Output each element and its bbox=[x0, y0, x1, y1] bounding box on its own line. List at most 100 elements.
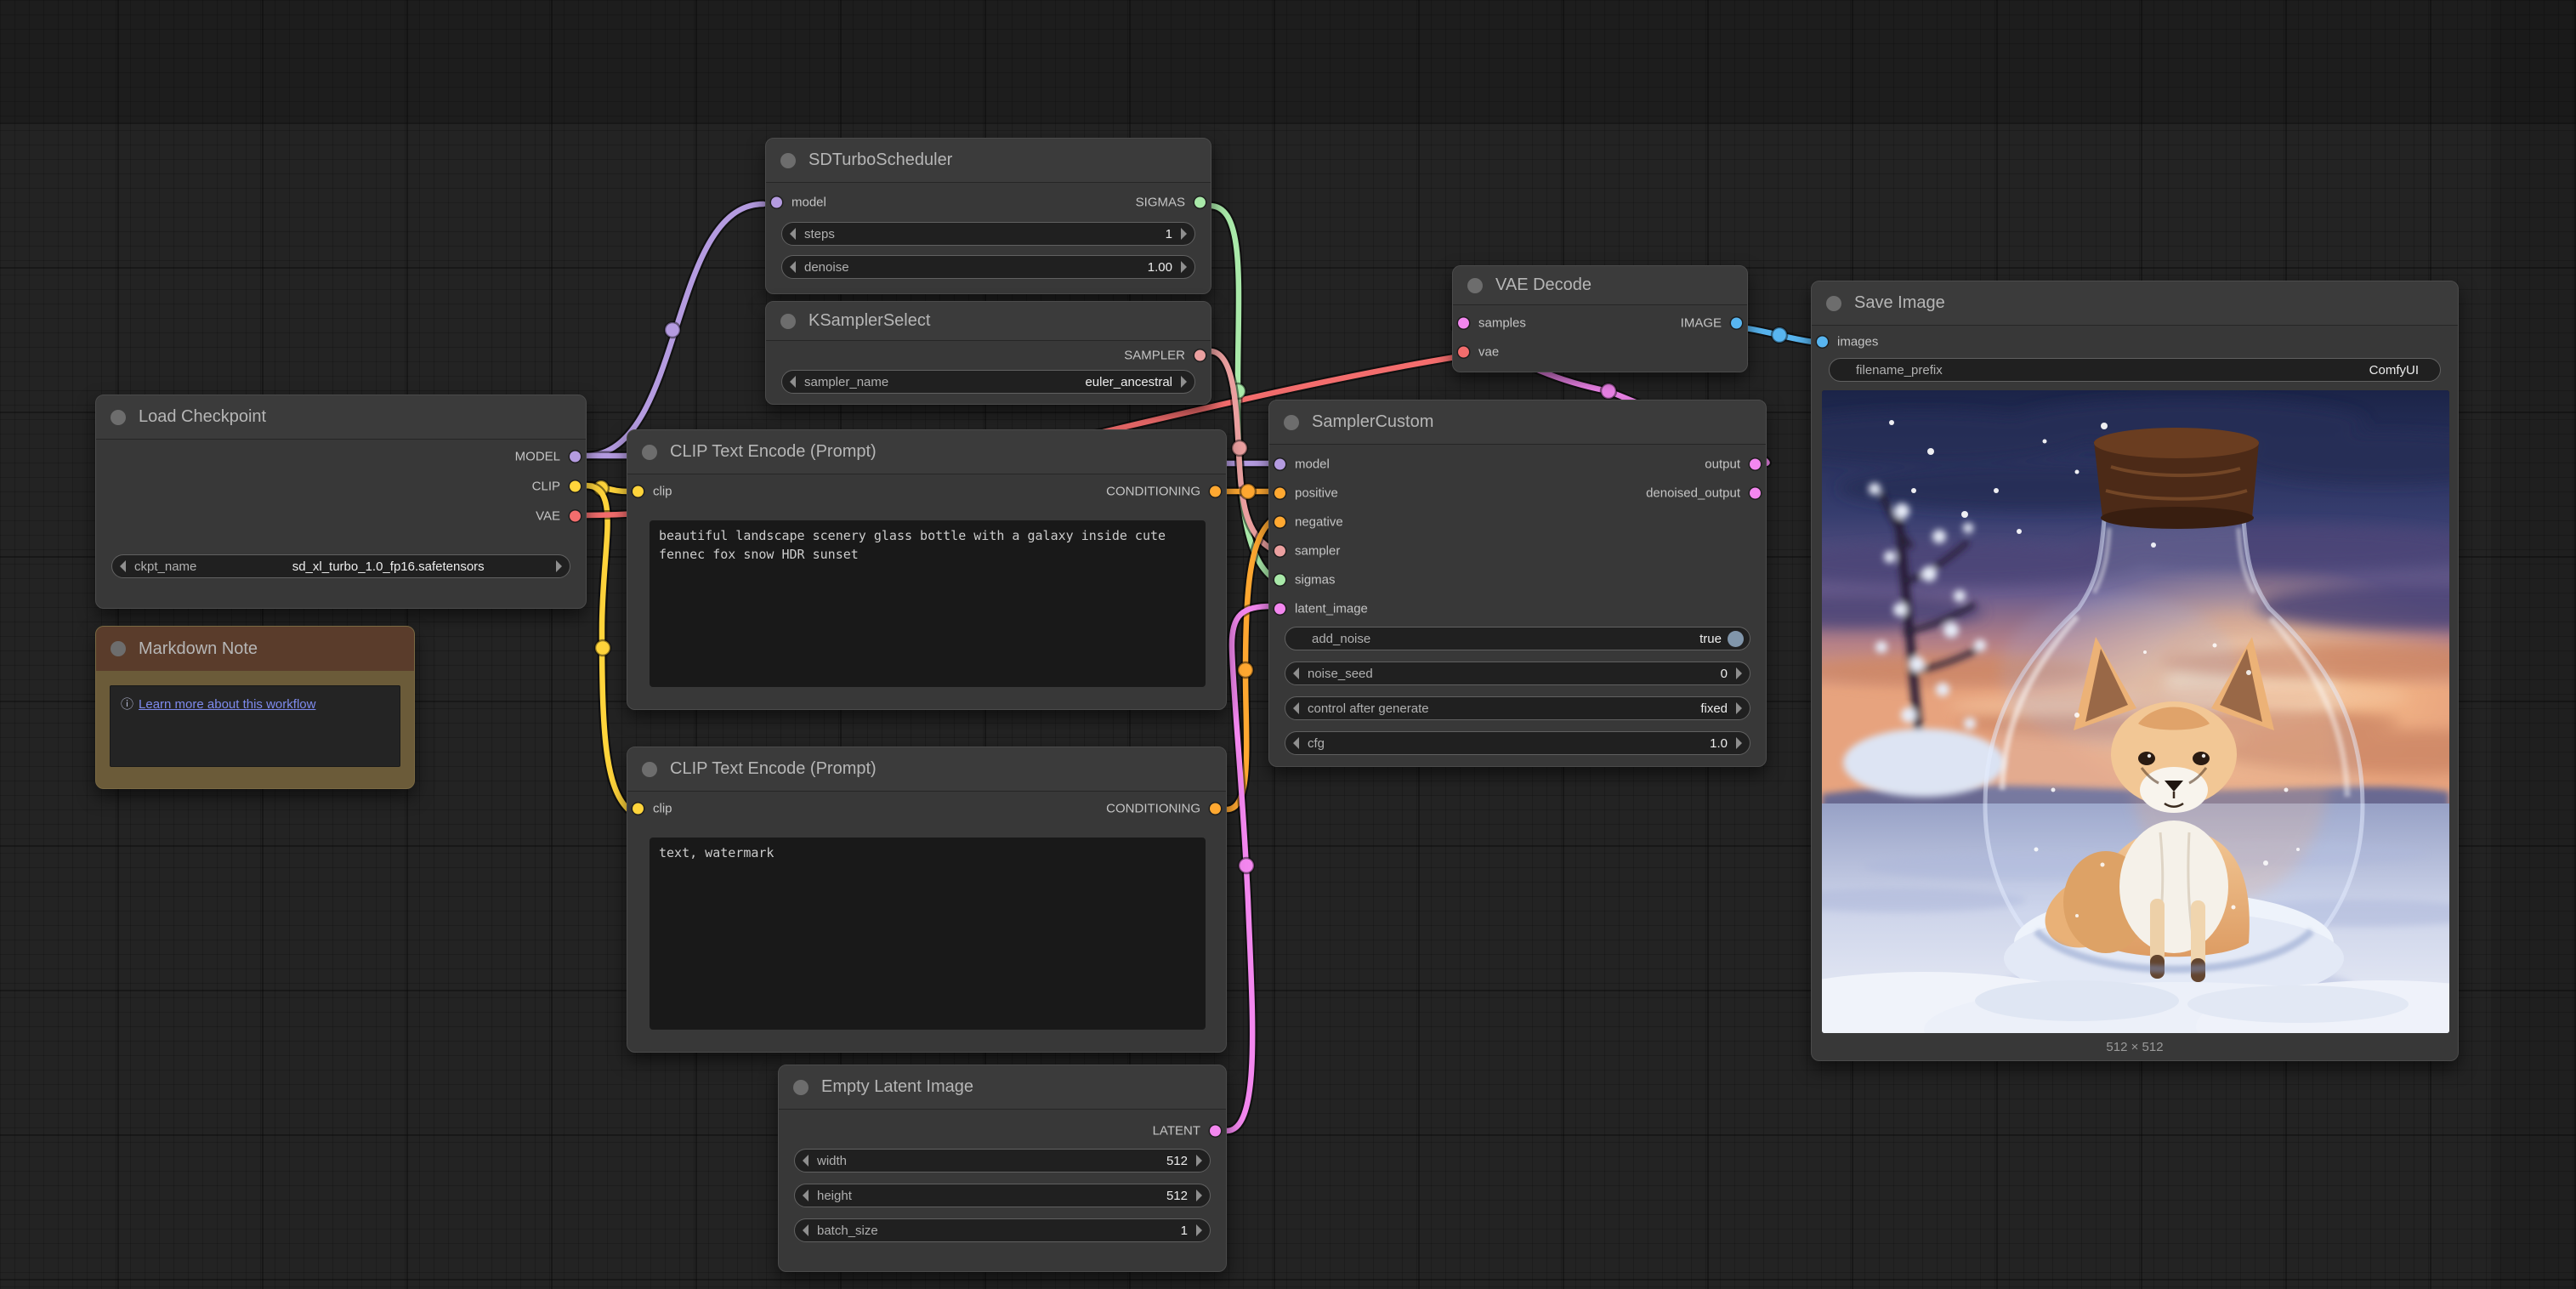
port-dot-sampler[interactable] bbox=[1194, 350, 1206, 361]
collapse-dot-icon[interactable] bbox=[780, 153, 796, 168]
toggle-knob[interactable] bbox=[1728, 631, 1744, 647]
port-dot-image[interactable] bbox=[1731, 318, 1742, 329]
node-titlebar[interactable]: CLIP Text Encode (Prompt) bbox=[627, 430, 1226, 474]
port-dot-sigmas[interactable] bbox=[1274, 575, 1285, 586]
input-port-negative[interactable]: negative bbox=[1274, 515, 1343, 530]
node-titlebar[interactable]: VAE Decode bbox=[1453, 266, 1747, 305]
port-dot-negative[interactable] bbox=[1274, 517, 1285, 528]
output-port-sampler[interactable]: SAMPLER bbox=[1124, 349, 1206, 363]
port-dot-sigmas[interactable] bbox=[1194, 197, 1206, 208]
widget-control-after-generate[interactable]: control after generate fixed bbox=[1285, 696, 1750, 720]
output-port-conditioning[interactable]: CONDITIONING bbox=[1106, 485, 1221, 499]
node-samplercustom[interactable]: SamplerCustom model output positive deno… bbox=[1268, 400, 1767, 767]
output-port-image[interactable]: IMAGE bbox=[1681, 316, 1742, 331]
link-midpoint-output-to-decode[interactable] bbox=[1601, 383, 1616, 399]
port-dot-images[interactable] bbox=[1817, 337, 1828, 348]
node-ksamplerselect[interactable]: KSamplerSelect SAMPLER sampler_name eule… bbox=[765, 301, 1211, 405]
decrement-arrow-icon[interactable] bbox=[803, 1190, 809, 1201]
prompt-textarea[interactable]: text, watermark bbox=[650, 838, 1206, 1030]
collapse-dot-icon[interactable] bbox=[1284, 415, 1299, 430]
node-save-image[interactable]: Save Image images filename_prefix ComfyU… bbox=[1811, 281, 2459, 1061]
output-port-conditioning[interactable]: CONDITIONING bbox=[1106, 802, 1221, 816]
collapse-dot-icon[interactable] bbox=[1826, 296, 1841, 311]
output-port-output[interactable]: output bbox=[1705, 457, 1761, 472]
workflow-help-link[interactable]: Learn more about this workflow bbox=[139, 697, 315, 712]
widget-add-noise[interactable]: add_noise true bbox=[1285, 627, 1750, 650]
node-sdturboscheduler[interactable]: SDTurboScheduler model SIGMAS steps 1 de… bbox=[765, 138, 1211, 294]
decrement-arrow-icon[interactable] bbox=[803, 1155, 809, 1167]
decrement-arrow-icon[interactable] bbox=[1293, 667, 1299, 679]
port-dot-output[interactable] bbox=[1750, 459, 1761, 470]
next-option-arrow-icon[interactable] bbox=[1181, 376, 1187, 388]
input-port-sigmas[interactable]: sigmas bbox=[1274, 573, 1336, 588]
link-midpoint-positive-conditioning[interactable] bbox=[1240, 484, 1256, 499]
port-dot-model[interactable] bbox=[570, 451, 581, 462]
node-load-checkpoint[interactable]: Load Checkpoint MODEL CLIP VAE ckpt_name… bbox=[95, 395, 587, 609]
input-port-clip[interactable]: clip bbox=[633, 485, 672, 499]
input-port-model[interactable]: model bbox=[771, 196, 826, 210]
next-option-arrow-icon[interactable] bbox=[1736, 702, 1742, 714]
output-port-latent[interactable]: LATENT bbox=[1153, 1124, 1221, 1139]
input-port-positive[interactable]: positive bbox=[1274, 486, 1338, 501]
port-dot-denoised-output[interactable] bbox=[1750, 488, 1761, 499]
increment-arrow-icon[interactable] bbox=[1196, 1224, 1202, 1236]
node-clip-text-encode-positive[interactable]: CLIP Text Encode (Prompt) clip CONDITION… bbox=[627, 429, 1227, 710]
port-dot-vae[interactable] bbox=[1458, 347, 1469, 358]
decrement-arrow-icon[interactable] bbox=[790, 261, 796, 273]
widget-height[interactable]: height 512 bbox=[794, 1184, 1211, 1207]
prev-option-arrow-icon[interactable] bbox=[790, 376, 796, 388]
widget-steps[interactable]: steps 1 bbox=[781, 222, 1195, 246]
input-port-vae[interactable]: vae bbox=[1458, 345, 1499, 360]
collapse-dot-icon[interactable] bbox=[793, 1080, 809, 1095]
link-midpoint-clip-to-negative[interactable] bbox=[595, 640, 610, 656]
node-titlebar[interactable]: Save Image bbox=[1812, 281, 2458, 326]
port-dot-model[interactable] bbox=[771, 197, 782, 208]
node-titlebar[interactable]: CLIP Text Encode (Prompt) bbox=[627, 747, 1226, 792]
output-port-clip[interactable]: CLIP bbox=[532, 479, 581, 493]
link-midpoint-sampler-to-sampler[interactable] bbox=[1232, 440, 1247, 456]
widget-noise-seed[interactable]: noise_seed 0 bbox=[1285, 662, 1750, 685]
widget-denoise[interactable]: denoise 1.00 bbox=[781, 255, 1195, 279]
input-port-samples[interactable]: samples bbox=[1458, 316, 1526, 331]
port-dot-conditioning[interactable] bbox=[1210, 803, 1221, 815]
increment-arrow-icon[interactable] bbox=[1181, 228, 1187, 240]
increment-arrow-icon[interactable] bbox=[1736, 737, 1742, 749]
port-dot-clip[interactable] bbox=[633, 486, 644, 497]
port-dot-model[interactable] bbox=[1274, 459, 1285, 470]
node-titlebar[interactable]: KSamplerSelect bbox=[766, 302, 1211, 341]
node-titlebar[interactable]: SDTurboScheduler bbox=[766, 139, 1211, 183]
widget-ckpt-name[interactable]: ckpt_name sd_xl_turbo_1.0_fp16.safetenso… bbox=[111, 554, 570, 578]
collapse-dot-icon[interactable] bbox=[1467, 278, 1483, 293]
increment-arrow-icon[interactable] bbox=[1196, 1155, 1202, 1167]
port-dot-latent-image[interactable] bbox=[1274, 604, 1285, 615]
port-dot-vae[interactable] bbox=[570, 510, 581, 521]
node-vae-decode[interactable]: VAE Decode samples IMAGE vae bbox=[1452, 265, 1748, 372]
node-titlebar[interactable]: SamplerCustom bbox=[1269, 400, 1766, 445]
decrement-arrow-icon[interactable] bbox=[790, 228, 796, 240]
prev-option-arrow-icon[interactable] bbox=[120, 560, 126, 572]
widget-filename-prefix[interactable]: filename_prefix ComfyUI bbox=[1829, 358, 2441, 382]
widget-sampler-name[interactable]: sampler_name euler_ancestral bbox=[781, 370, 1195, 394]
output-port-vae[interactable]: VAE bbox=[536, 508, 581, 523]
increment-arrow-icon[interactable] bbox=[1181, 261, 1187, 273]
port-dot-positive[interactable] bbox=[1274, 488, 1285, 499]
widget-cfg[interactable]: cfg 1.0 bbox=[1285, 731, 1750, 755]
node-markdown-note[interactable]: Markdown Note ⓘLearn more about this wor… bbox=[95, 626, 415, 789]
input-port-model[interactable]: model bbox=[1274, 457, 1330, 472]
input-port-images[interactable]: images bbox=[1817, 335, 1878, 349]
link-midpoint-model-to-scheduler[interactable] bbox=[665, 322, 680, 338]
decrement-arrow-icon[interactable] bbox=[803, 1224, 809, 1236]
next-option-arrow-icon[interactable] bbox=[556, 560, 562, 572]
node-empty-latent-image[interactable]: Empty Latent Image LATENT width 512 heig… bbox=[778, 1065, 1227, 1272]
link-midpoint-negative-conditioning[interactable] bbox=[1238, 662, 1253, 678]
prev-option-arrow-icon[interactable] bbox=[1293, 702, 1299, 714]
output-port-model[interactable]: MODEL bbox=[515, 449, 581, 463]
port-dot-latent[interactable] bbox=[1210, 1126, 1221, 1137]
collapse-dot-icon[interactable] bbox=[780, 314, 796, 329]
collapse-dot-icon[interactable] bbox=[111, 410, 126, 425]
link-midpoint-latent-to-sampler[interactable] bbox=[1239, 858, 1254, 873]
output-port-sigmas[interactable]: SIGMAS bbox=[1136, 196, 1206, 210]
increment-arrow-icon[interactable] bbox=[1736, 667, 1742, 679]
widget-width[interactable]: width 512 bbox=[794, 1149, 1211, 1173]
port-dot-samples[interactable] bbox=[1458, 318, 1469, 329]
